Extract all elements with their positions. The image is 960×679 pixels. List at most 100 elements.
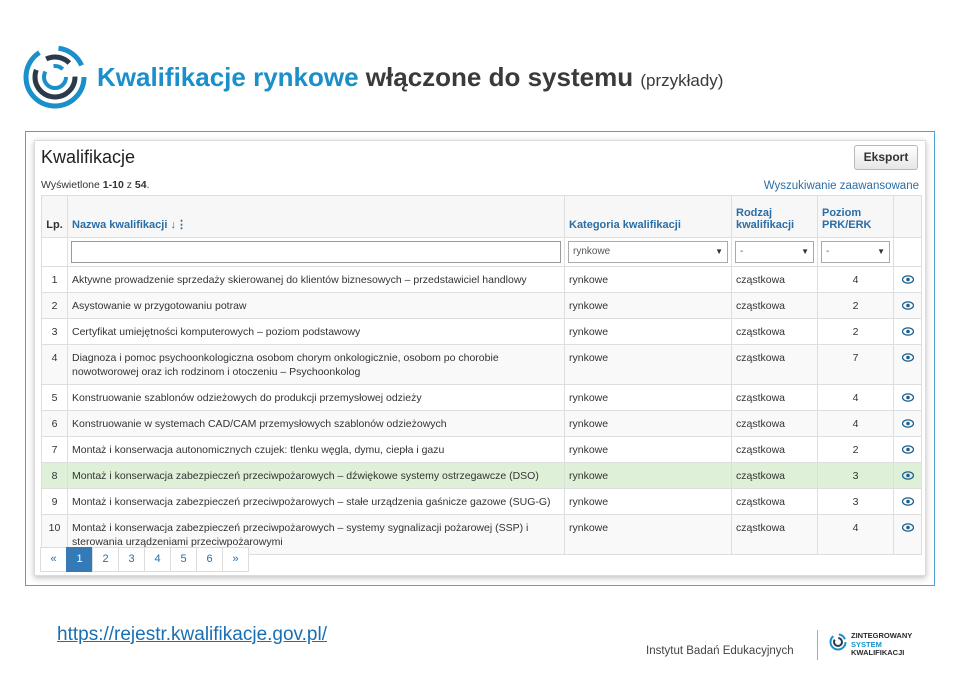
col-header-name-label: Nazwa kwalifikacji xyxy=(72,219,168,231)
filter-cell-level: - ▼ xyxy=(817,237,894,267)
col-header-level[interactable]: Poziom PRK/ERK xyxy=(817,195,894,238)
caret-down-icon: ▼ xyxy=(801,247,809,256)
sort-icon[interactable]: ↓⋮ xyxy=(170,219,187,231)
pagination-next[interactable]: » xyxy=(222,547,249,572)
screenshot-frame: Kwalifikacje Eksport Wyświetlone 1-10 z … xyxy=(25,131,935,586)
eye-icon[interactable] xyxy=(901,325,914,339)
table-row[interactable]: 8 Montaż i konserwacja zabezpieczeń przec… xyxy=(41,462,922,489)
eye-icon[interactable] xyxy=(901,495,914,509)
level-filter-value: - xyxy=(826,246,830,257)
cell-name: Konstruowanie w systemach CAD/CAM przemy… xyxy=(67,410,565,437)
cell-category: rynkowe xyxy=(564,266,732,293)
cell-lp: 5 xyxy=(41,384,68,411)
category-filter-select[interactable]: rynkowe ▼ xyxy=(568,241,728,263)
filter-cell-actions xyxy=(893,237,922,267)
zsk-logo-line-3: KWALIFIKACJI xyxy=(851,648,905,657)
advanced-search-link[interactable]: Wyszukiwanie zaawansowane xyxy=(764,180,919,192)
cell-category: rynkowe xyxy=(564,488,732,515)
eye-icon[interactable] xyxy=(901,391,914,405)
level-filter-select[interactable]: - ▼ xyxy=(821,241,890,263)
col-header-lp: Lp. xyxy=(41,195,68,238)
cell-level: 2 xyxy=(817,318,894,345)
cell-actions xyxy=(893,318,922,345)
col-header-actions xyxy=(893,195,922,238)
cell-actions xyxy=(893,514,922,555)
eye-icon[interactable] xyxy=(901,273,914,287)
filter-cell-type: - ▼ xyxy=(731,237,818,267)
table-body: 1 Aktywne prowadzenie sprzedaży skierowan… xyxy=(41,266,922,555)
table-row[interactable]: 5 Konstruowanie szablonów odzieżowych do … xyxy=(41,384,922,411)
results-suffix: . xyxy=(146,179,150,191)
pagination-prev[interactable]: « xyxy=(40,547,67,572)
cell-type: cząstkowa xyxy=(731,292,818,319)
cell-type: cząstkowa xyxy=(731,266,818,293)
cell-category: rynkowe xyxy=(564,292,732,319)
eye-icon[interactable] xyxy=(901,443,914,457)
export-button[interactable]: Eksport xyxy=(854,145,918,170)
eye-icon[interactable] xyxy=(901,521,914,535)
cell-level: 3 xyxy=(817,462,894,489)
category-filter-value: rynkowe xyxy=(573,246,611,257)
qualifications-table: Lp. Nazwa kwalifikacji ↓⋮ Kategoria kwal… xyxy=(41,195,922,555)
cell-level: 4 xyxy=(817,514,894,555)
cell-lp: 8 xyxy=(41,462,68,489)
name-filter-input[interactable] xyxy=(71,241,561,263)
cell-name: Montaż i konserwacja autonomicznych czuj… xyxy=(67,436,565,463)
slide-title-part3: (przykłady) xyxy=(640,71,724,90)
slide-title-part2: włączone do systemu xyxy=(365,62,634,92)
cell-actions xyxy=(893,344,922,385)
eye-icon[interactable] xyxy=(901,299,914,313)
cell-level: 4 xyxy=(817,266,894,293)
table-row[interactable]: 4 Diagnoza i pomoc psychoonkologiczna oso… xyxy=(41,344,922,385)
pagination-page-2[interactable]: 2 xyxy=(92,547,119,572)
col-header-type[interactable]: Rodzaj kwalifikacji xyxy=(731,195,818,238)
footer-divider xyxy=(817,630,818,660)
cell-level: 2 xyxy=(817,436,894,463)
col-header-category[interactable]: Kategoria kwalifikacji xyxy=(564,195,732,238)
zsk-small-logo-icon xyxy=(829,633,847,651)
cell-lp: 3 xyxy=(41,318,68,345)
cell-name: Asystowanie w przygotowaniu potraw xyxy=(67,292,565,319)
cell-level: 4 xyxy=(817,384,894,411)
cell-name: Montaż i konserwacja zabezpieczeń przeci… xyxy=(67,462,565,489)
cell-name: Diagnoza i pomoc psychoonkologiczna osob… xyxy=(67,344,565,385)
filter-cell-lp xyxy=(41,237,68,267)
type-filter-select[interactable]: - ▼ xyxy=(735,241,814,263)
zsk-logo-icon xyxy=(23,45,87,109)
pagination-page-3[interactable]: 3 xyxy=(118,547,145,572)
table-row[interactable]: 7 Montaż i konserwacja autonomicznych czu… xyxy=(41,436,922,463)
cell-actions xyxy=(893,410,922,437)
eye-icon[interactable] xyxy=(901,469,914,483)
eye-icon[interactable] xyxy=(901,417,914,431)
table-row[interactable]: 1 Aktywne prowadzenie sprzedaży skierowan… xyxy=(41,266,922,293)
registry-url-link[interactable]: https://rejestr.kwalifikacje.gov.pl/ xyxy=(57,624,327,646)
pagination-page-5[interactable]: 5 xyxy=(170,547,197,572)
table-row[interactable]: 9 Montaż i konserwacja zabezpieczeń przec… xyxy=(41,488,922,515)
table-row[interactable]: 2 Asystowanie w przygotowaniu potraw rynko… xyxy=(41,292,922,319)
table-row[interactable]: 6 Konstruowanie w systemach CAD/CAM przem… xyxy=(41,410,922,437)
cell-category: rynkowe xyxy=(564,344,732,385)
eye-icon[interactable] xyxy=(901,351,914,365)
qualifications-panel: Kwalifikacje Eksport Wyświetlone 1-10 z … xyxy=(34,140,926,576)
cell-type: cząstkowa xyxy=(731,436,818,463)
slide-title-part1: Kwalifikacje rynkowe xyxy=(97,62,359,92)
cell-name: Montaż i konserwacja zabezpieczeń przeci… xyxy=(67,488,565,515)
col-header-name[interactable]: Nazwa kwalifikacji ↓⋮ xyxy=(67,195,565,238)
table-row[interactable]: 3 Certyfikat umiejętności komputerowych –… xyxy=(41,318,922,345)
pagination-page-1[interactable]: 1 xyxy=(66,547,93,572)
cell-category: rynkowe xyxy=(564,514,732,555)
cell-actions xyxy=(893,384,922,411)
filter-cell-name xyxy=(67,237,565,267)
pagination: « 1 2 3 4 5 6 » xyxy=(40,547,249,572)
pagination-page-4[interactable]: 4 xyxy=(144,547,171,572)
cell-level: 4 xyxy=(817,410,894,437)
pagination-page-6[interactable]: 6 xyxy=(196,547,223,572)
cell-lp: 4 xyxy=(41,344,68,385)
results-count: Wyświetlone 1-10 z 54. xyxy=(41,179,149,191)
cell-actions xyxy=(893,436,922,463)
cell-type: cząstkowa xyxy=(731,318,818,345)
slide: Kwalifikacje rynkowe włączone do systemu… xyxy=(0,0,960,679)
cell-category: rynkowe xyxy=(564,462,732,489)
cell-lp: 9 xyxy=(41,488,68,515)
cell-type: cząstkowa xyxy=(731,344,818,385)
